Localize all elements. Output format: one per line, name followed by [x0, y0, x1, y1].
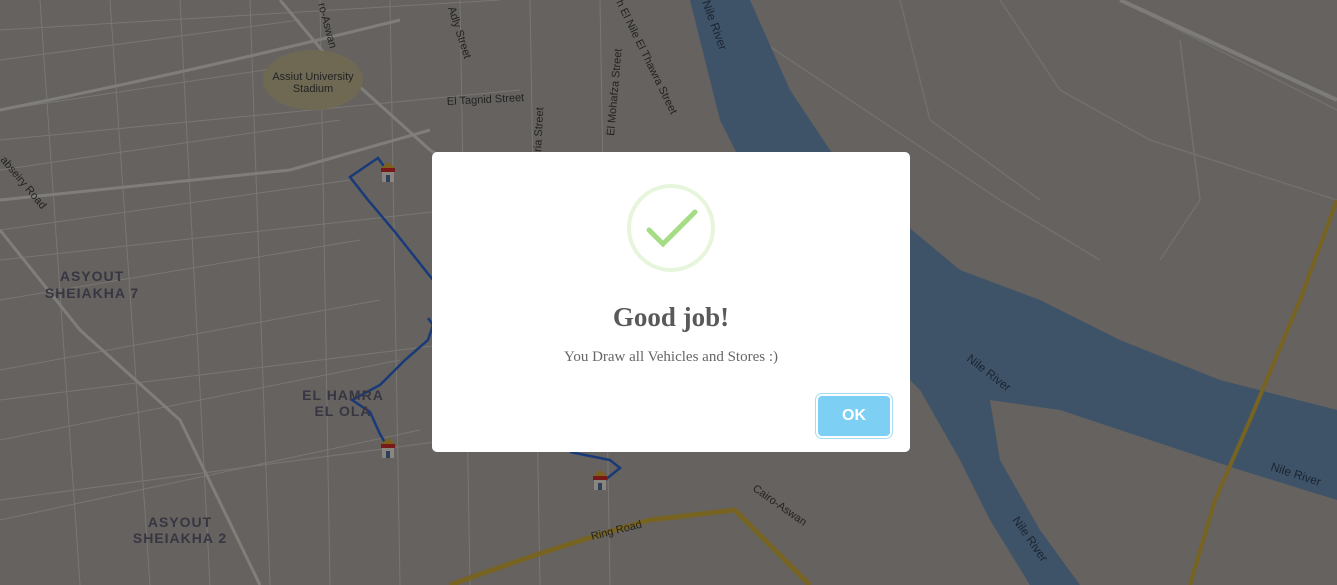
success-dialog: Good job! You Draw all Vehicles and Stor…: [432, 152, 910, 452]
dialog-title: Good job!: [612, 302, 730, 332]
success-check-icon: [627, 184, 715, 272]
ok-button[interactable]: OK: [818, 396, 890, 436]
dialog-message: You Draw all Vehicles and Stores :): [563, 349, 778, 365]
